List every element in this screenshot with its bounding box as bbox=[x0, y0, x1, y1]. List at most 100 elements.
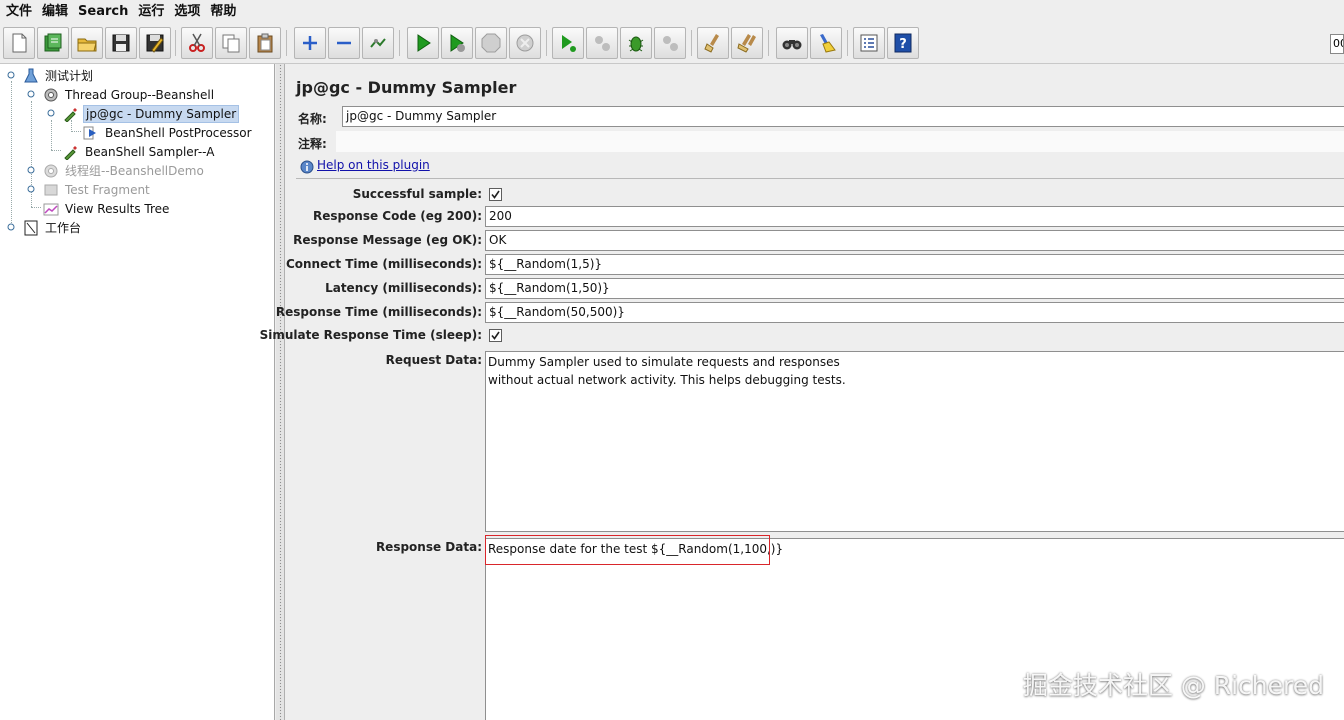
function-helper-button[interactable] bbox=[853, 27, 885, 59]
cut-icon bbox=[189, 33, 205, 52]
response-time-label: Response Time (milliseconds): bbox=[275, 305, 482, 319]
remote-start-icon bbox=[562, 35, 576, 52]
successful-sample-label: Successful sample: bbox=[352, 187, 482, 201]
latency-input[interactable]: ${__Random(1,50)} bbox=[485, 278, 1344, 299]
tree-item-test-plan[interactable]: 测试计划 bbox=[22, 66, 95, 85]
toolbar-separator bbox=[691, 30, 692, 56]
simulate-sleep-checkbox[interactable] bbox=[489, 329, 502, 342]
tree-item-beanshell-sampler[interactable]: BeanShell Sampler--A bbox=[62, 142, 216, 161]
test-plan-tree[interactable]: 测试计划 Thread Group--Beanshell jp@gc - Dum… bbox=[0, 64, 275, 720]
expand-button[interactable] bbox=[294, 27, 326, 59]
clear-all-icon bbox=[737, 34, 756, 53]
shutdown-button[interactable] bbox=[509, 27, 541, 59]
sampler-icon bbox=[62, 105, 80, 123]
tree-item-label: Thread Group--Beanshell bbox=[65, 87, 215, 102]
help-link[interactable]: Help on this plugin bbox=[317, 158, 430, 172]
response-time-input[interactable]: ${__Random(50,500)} bbox=[485, 302, 1344, 323]
remote-exit-icon bbox=[663, 36, 678, 51]
menu-options[interactable]: 选项 bbox=[172, 0, 208, 24]
menu-edit[interactable]: 编辑 bbox=[40, 0, 76, 24]
save-as-button[interactable] bbox=[139, 27, 171, 59]
shutdown-icon bbox=[516, 34, 534, 52]
remote-start-all-button[interactable] bbox=[620, 27, 652, 59]
watermark: 掘金技术社区 @ Richered bbox=[1022, 671, 1324, 700]
response-message-input[interactable]: OK bbox=[485, 230, 1344, 251]
start-button[interactable] bbox=[407, 27, 439, 59]
start-no-pause-button[interactable] bbox=[441, 27, 473, 59]
toolbar: ? 00 bbox=[0, 24, 1344, 64]
clear-icon bbox=[704, 34, 719, 53]
tree-item-label: jp@gc - Dummy Sampler bbox=[83, 104, 240, 123]
copy-button[interactable] bbox=[215, 27, 247, 59]
name-field[interactable]: jp@gc - Dummy Sampler bbox=[342, 106, 1344, 127]
start-no-pause-icon bbox=[450, 34, 465, 52]
checkmark-icon bbox=[491, 190, 500, 199]
tree-item-thread-group-demo[interactable]: 线程组--BeanshellDemo bbox=[42, 161, 206, 180]
new-button[interactable] bbox=[3, 27, 35, 59]
tree-item-label: 线程组--BeanshellDemo bbox=[65, 164, 204, 178]
paste-button[interactable] bbox=[249, 27, 281, 59]
tree-toggle-icon[interactable] bbox=[47, 109, 55, 117]
request-data-textarea[interactable]: Dummy Sampler used to simulate requests … bbox=[485, 351, 1344, 532]
tree-item-label: 工作台 bbox=[45, 221, 82, 235]
menu-run[interactable]: 运行 bbox=[136, 0, 172, 24]
response-code-input[interactable]: 200 bbox=[485, 206, 1344, 227]
tree-toggle-icon[interactable] bbox=[7, 71, 15, 79]
search-icon bbox=[782, 40, 802, 50]
tree-item-thread-group[interactable]: Thread Group--Beanshell bbox=[42, 85, 216, 104]
comment-field[interactable] bbox=[336, 131, 1344, 152]
tree-toggle-icon[interactable] bbox=[27, 166, 35, 174]
tree-item-dummy-sampler[interactable]: jp@gc - Dummy Sampler bbox=[62, 104, 240, 123]
section-divider bbox=[296, 178, 1344, 179]
tree-toggle-icon[interactable] bbox=[27, 185, 35, 193]
post-processor-icon bbox=[82, 124, 100, 142]
tree-item-label: BeanShell PostProcessor bbox=[105, 125, 252, 140]
remote-start-button[interactable] bbox=[552, 27, 584, 59]
tree-connector bbox=[71, 131, 81, 132]
remote-start-all-icon bbox=[628, 36, 644, 52]
save-as-icon bbox=[146, 34, 164, 53]
clear-button[interactable] bbox=[697, 27, 729, 59]
name-label: 名称: bbox=[298, 112, 327, 126]
new-icon bbox=[12, 33, 27, 53]
response-code-label: Response Code (eg 200): bbox=[312, 209, 482, 223]
menu-help[interactable]: 帮助 bbox=[208, 0, 244, 24]
clear-all-button[interactable] bbox=[731, 27, 763, 59]
tree-connector bbox=[11, 81, 12, 227]
cut-button[interactable] bbox=[181, 27, 213, 59]
search-button[interactable] bbox=[776, 27, 808, 59]
help-button[interactable]: ? bbox=[887, 27, 919, 59]
remote-exit-button[interactable] bbox=[654, 27, 686, 59]
tree-item-view-results-tree[interactable]: View Results Tree bbox=[42, 199, 171, 218]
tree-toggle-icon[interactable] bbox=[27, 90, 35, 98]
panel-splitter[interactable] bbox=[276, 64, 285, 720]
toolbar-separator bbox=[847, 30, 848, 56]
collapse-button[interactable] bbox=[328, 27, 360, 59]
function-helper-icon bbox=[860, 34, 878, 52]
tree-item-test-fragment[interactable]: Test Fragment bbox=[42, 180, 152, 199]
toolbar-separator bbox=[286, 30, 287, 56]
sampler-icon bbox=[62, 143, 80, 161]
successful-sample-checkbox[interactable] bbox=[489, 188, 502, 201]
tree-item-workbench[interactable]: 工作台 bbox=[22, 218, 83, 237]
save-button[interactable] bbox=[105, 27, 137, 59]
tree-toggle-icon[interactable] bbox=[7, 223, 15, 231]
connect-time-label: Connect Time (milliseconds): bbox=[285, 257, 482, 271]
tree-connector bbox=[51, 120, 52, 150]
thread-counter: 00 bbox=[1330, 34, 1344, 54]
menu-search[interactable]: Search bbox=[76, 0, 136, 24]
stop-button[interactable] bbox=[475, 27, 507, 59]
results-tree-icon bbox=[42, 200, 60, 218]
remote-stop-button[interactable] bbox=[586, 27, 618, 59]
reset-search-button[interactable] bbox=[810, 27, 842, 59]
response-message-label: Response Message (eg OK): bbox=[293, 233, 482, 247]
toggle-button[interactable] bbox=[362, 27, 394, 59]
menu-file[interactable]: 文件 bbox=[4, 0, 40, 24]
open-button[interactable] bbox=[71, 27, 103, 59]
connect-time-input[interactable]: ${__Random(1,5)} bbox=[485, 254, 1344, 275]
tree-item-beanshell-postprocessor[interactable]: BeanShell PostProcessor bbox=[82, 123, 254, 142]
toolbar-separator bbox=[768, 30, 769, 56]
copy-icon bbox=[222, 34, 240, 53]
response-data-label: Response Data: bbox=[375, 540, 482, 554]
templates-button[interactable] bbox=[37, 27, 69, 59]
